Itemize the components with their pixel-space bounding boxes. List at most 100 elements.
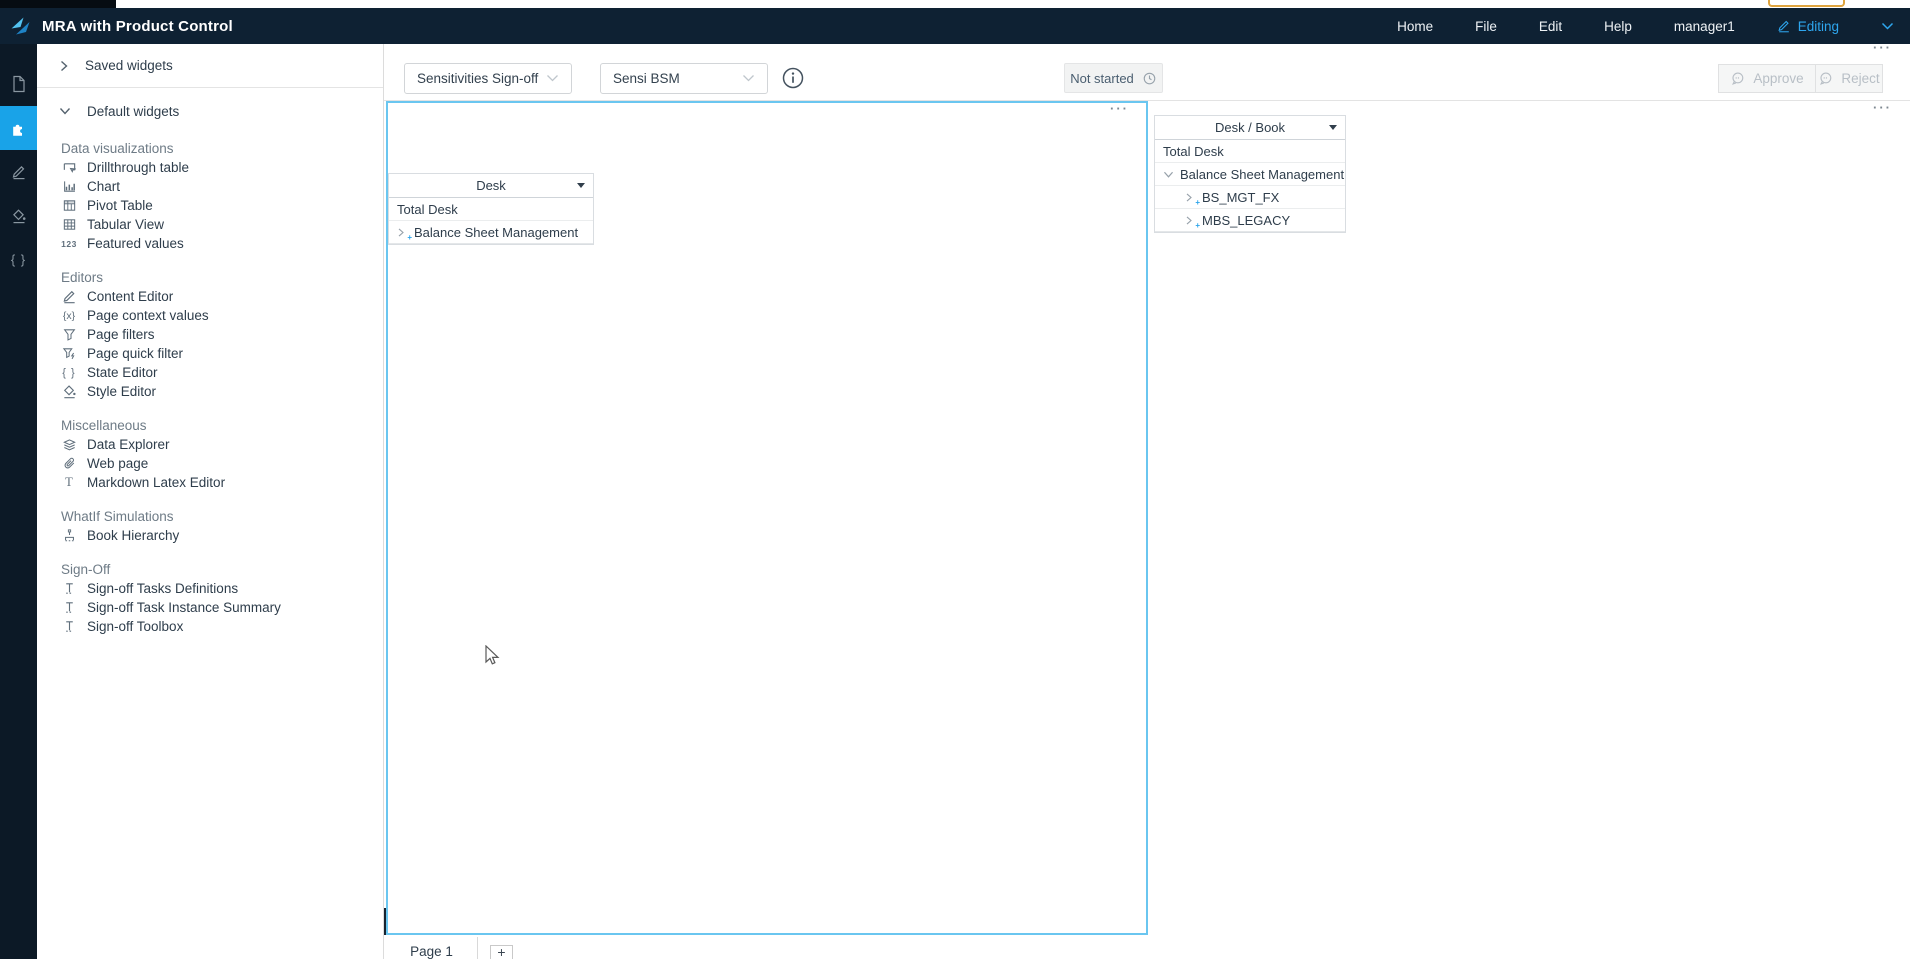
widget-item-label: Page quick filter — [87, 346, 184, 361]
widget-item-chart[interactable]: Chart — [61, 177, 383, 196]
book-hierarchy-icon — [61, 528, 77, 544]
featured-values-icon — [61, 236, 77, 252]
approve-bubble-icon — [1730, 71, 1745, 86]
expand-chevron-icon[interactable] — [1185, 213, 1202, 230]
widget-item-tabular-view[interactable]: Tabular View — [61, 215, 383, 234]
widget-item-label: Sign-off Toolbox — [87, 619, 184, 634]
add-page-button[interactable]: + — [490, 945, 513, 959]
tree-row-balance-sheet-management[interactable]: Balance Sheet Management — [1155, 163, 1345, 186]
widget-sections: Data visualizations Drillthrough table C… — [37, 139, 383, 636]
widget-item-style-editor[interactable]: Style Editor — [61, 382, 383, 401]
rail-content-editor-button[interactable] — [0, 150, 37, 194]
info-icon[interactable] — [780, 65, 806, 91]
tree-row-balance-sheet-management[interactable]: Balance Sheet Management — [389, 221, 593, 244]
signoff-ibeam-icon — [61, 600, 77, 616]
section-title-data-visualizations: Data visualizations — [61, 141, 174, 156]
page-quick-filter-icon — [61, 346, 77, 362]
sort-caret-icon — [577, 183, 585, 188]
expand-chevron-icon[interactable] — [397, 225, 414, 242]
widget-item-pivot-table[interactable]: Pivot Table — [61, 196, 383, 215]
page-tab-label: Page 1 — [410, 943, 453, 959]
widget-item-markdown-latex-editor[interactable]: Markdown Latex Editor — [61, 473, 383, 492]
widget-item-book-hierarchy[interactable]: Book Hierarchy — [61, 526, 383, 545]
widget-item-label: Drillthrough table — [87, 160, 190, 175]
section-title-miscellaneous: Miscellaneous — [61, 418, 147, 433]
add-page-label: + — [497, 944, 506, 959]
tree-row-bs-mgt-fx[interactable]: BS_MGT_FX — [1155, 186, 1345, 209]
page-filters-funnel-icon — [61, 327, 77, 343]
toolbar-overflow-ellipsis-icon[interactable] — [1870, 44, 1892, 56]
reject-label: Reject — [1841, 71, 1880, 86]
collapse-chevron-icon[interactable] — [1163, 167, 1180, 181]
desk-header-label: Desk — [476, 178, 506, 193]
widget-item-page-quick-filter[interactable]: Page quick filter — [61, 344, 383, 363]
rail-state-editor-button[interactable] — [0, 238, 37, 282]
user-name[interactable]: manager1 — [1674, 19, 1735, 34]
tree-row-total-desk[interactable]: Total Desk — [389, 198, 593, 221]
application-window: MRA with Product Control Home File Edit … — [0, 0, 1910, 959]
widget-item-label: Chart — [87, 179, 121, 194]
app-menu: Home File Edit Help manager1 Editing — [1397, 19, 1910, 34]
widget-item-signoff-toolbox[interactable]: Sign-off Toolbox — [61, 617, 383, 636]
page-left-edge-mark — [384, 908, 386, 935]
tree-row-label: MBS_LEGACY — [1202, 212, 1291, 228]
widget-item-label: Web page — [87, 456, 149, 471]
rail-file-button[interactable] — [0, 62, 37, 106]
approve-button[interactable]: Approve — [1718, 64, 1815, 93]
chevron-down-icon[interactable] — [1881, 22, 1894, 31]
tree-row-mbs-legacy[interactable]: MBS_LEGACY — [1155, 209, 1345, 232]
signoff-ibeam-icon — [61, 619, 77, 635]
sort-caret-icon — [1329, 125, 1337, 130]
widget-item-label: Content Editor — [87, 289, 174, 304]
widgets-panel: Saved widgets Default widgets Data visua… — [37, 44, 384, 959]
default-widgets-header[interactable]: Default widgets — [37, 88, 383, 134]
widget-item-featured-values[interactable]: Featured values — [61, 234, 383, 253]
app-bar: MRA with Product Control Home File Edit … — [0, 8, 1910, 44]
widget-item-web-page[interactable]: Web page — [61, 454, 383, 473]
signoff-subtask-select[interactable]: Sensi BSM — [600, 63, 768, 94]
widget-item-drillthrough-table[interactable]: Drillthrough table — [61, 158, 383, 177]
main-area: Sensitivities Sign-off Sensi BSM Not sta… — [384, 44, 1910, 959]
tree-row-total-desk[interactable]: Total Desk — [1155, 140, 1345, 163]
pivot-table-icon — [61, 198, 77, 214]
selected-widget-container[interactable]: Desk Total Desk Balance Sheet Management — [386, 101, 1148, 935]
widget-item-page-context-values[interactable]: Page context values — [61, 306, 383, 325]
desk-column-header[interactable]: Desk — [389, 174, 593, 198]
widget-item-label: Book Hierarchy — [87, 528, 180, 543]
page-overflow-ellipsis-icon[interactable] — [1870, 104, 1892, 116]
widget-menu-ellipsis-icon[interactable] — [1110, 105, 1132, 117]
expand-chevron-icon[interactable] — [1185, 190, 1202, 207]
left-icon-rail — [0, 44, 37, 959]
saved-widgets-header[interactable]: Saved widgets — [37, 44, 383, 88]
tree-row-label: Balance Sheet Management — [1180, 166, 1345, 182]
editing-mode-toggle[interactable]: Editing — [1777, 19, 1839, 34]
rail-widgets-button[interactable] — [0, 106, 37, 150]
widget-item-signoff-tasks-definitions[interactable]: Sign-off Tasks Definitions — [61, 579, 383, 598]
page-tab-1[interactable]: Page 1 — [386, 937, 478, 959]
signoff-task-select[interactable]: Sensitivities Sign-off — [404, 63, 572, 94]
status-button[interactable]: Not started — [1064, 63, 1163, 93]
signoff-task-value: Sensitivities Sign-off — [417, 71, 539, 86]
widget-item-label: Page context values — [87, 308, 209, 323]
file-icon — [11, 75, 27, 93]
app-title: MRA with Product Control — [42, 17, 233, 35]
reject-button[interactable]: Reject — [1815, 64, 1883, 93]
desk-book-column-header[interactable]: Desk / Book — [1155, 116, 1345, 140]
widget-item-signoff-task-instance-summary[interactable]: Sign-off Task Instance Summary — [61, 598, 383, 617]
state-editor-braces-icon — [11, 251, 26, 269]
menu-help[interactable]: Help — [1604, 19, 1632, 34]
widget-item-label: Featured values — [87, 236, 184, 251]
edit-pencil-icon — [1777, 19, 1791, 33]
menu-file[interactable]: File — [1475, 19, 1497, 34]
widget-item-page-filters[interactable]: Page filters — [61, 325, 383, 344]
rail-style-editor-button[interactable] — [0, 194, 37, 238]
widget-item-data-explorer[interactable]: Data Explorer — [61, 435, 383, 454]
section-title-whatif-simulations: WhatIf Simulations — [61, 509, 174, 524]
widget-item-content-editor[interactable]: Content Editor — [61, 287, 383, 306]
widget-item-state-editor[interactable]: State Editor — [61, 363, 383, 382]
browser-edge-dark — [0, 0, 116, 8]
menu-home[interactable]: Home — [1397, 19, 1433, 34]
menu-edit[interactable]: Edit — [1539, 19, 1562, 34]
section-title-sign-off: Sign-Off — [61, 562, 111, 577]
approve-label: Approve — [1753, 71, 1804, 86]
